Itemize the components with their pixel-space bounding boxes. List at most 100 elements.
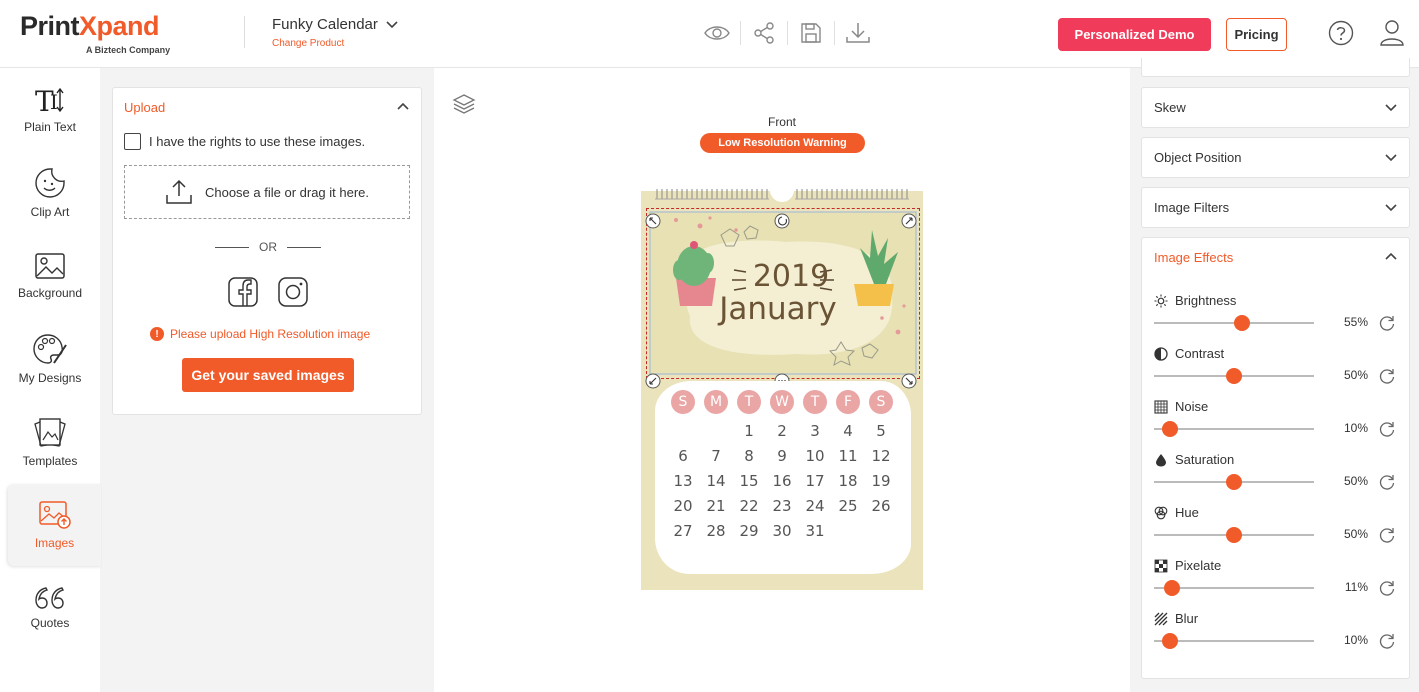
calendar-day: 19 [871,472,891,490]
logo-print: Print [20,11,80,41]
section-image-filters[interactable]: Image Filters [1141,187,1410,228]
logo-wordmark: PrintXpand [20,10,160,42]
reset-icon[interactable] [1378,314,1396,332]
sidebar-item-label: Background [17,286,83,300]
instagram-icon[interactable] [277,276,309,313]
or-separator: OR [113,240,423,254]
header-divider [244,16,245,48]
effect-label-row: Brightness [1154,293,1236,308]
saturation-icon [1156,453,1166,466]
templates-icon [34,418,66,447]
calendar-day: 23 [772,497,792,515]
effect-value: 55% [1343,315,1368,329]
calendar-day: 2 [777,422,787,440]
noise-slider-track[interactable] [1154,428,1314,430]
effect-name: Blur [1175,611,1199,626]
personalized-demo-button[interactable]: Personalized Demo [1058,18,1211,51]
effect-name: Pixelate [1175,558,1222,573]
saturation-slider-thumb[interactable] [1226,474,1242,490]
effect-brightness: Brightness 55% [1154,293,1402,343]
download-icon[interactable] [843,18,873,48]
reset-icon[interactable] [1378,420,1396,438]
sidebar-item-clip-art[interactable]: Clip Art [0,153,100,233]
sidebar-item-templates[interactable]: Templates [0,402,100,482]
chevron-up-icon[interactable] [1385,252,1397,260]
calendar-day: 1 [744,422,754,440]
calendar-day: 7 [711,447,721,465]
rights-checkbox-row[interactable]: I have the rights to use these images. [124,133,365,150]
calendar-day: 31 [805,522,825,540]
user-account-icon[interactable] [1379,19,1405,52]
quotes-icon [35,587,65,609]
effect-label-row: Hue [1154,505,1199,520]
or-line [215,246,249,248]
selection-handles[interactable] [641,201,923,391]
reset-icon[interactable] [1378,473,1396,491]
effect-noise: Noise 10% [1154,399,1402,449]
pixelate-slider-thumb[interactable] [1163,580,1180,596]
section-label: Image Filters [1154,200,1230,215]
sidebar-item-quotes[interactable]: Quotes [0,568,100,648]
calendar-day: 8 [744,447,754,465]
reset-icon[interactable] [1378,367,1396,385]
effect-pixelate: Pixelate 11% [1154,558,1402,608]
effect-label-row: Contrast [1154,346,1224,361]
clipart-icon [35,168,65,198]
reset-icon[interactable] [1378,632,1396,650]
or-label: OR [259,240,277,254]
chevron-up-icon[interactable] [397,102,409,110]
file-dropzone[interactable]: Choose a file or drag it here. [124,165,410,219]
change-product-link[interactable]: Change Product [272,38,398,49]
section-label: Skew [1154,100,1186,115]
effect-blur: Blur 10% [1154,611,1402,661]
rights-checkbox[interactable] [124,133,141,150]
product-selector[interactable]: Funky Calendar Change Product [272,16,398,49]
section-object-position[interactable]: Object Position [1141,137,1410,178]
upload-title[interactable]: Upload [124,100,165,115]
get-saved-images-button[interactable]: Get your saved images [182,358,354,392]
sidebar-item-plain-text[interactable]: TI Plain Text [0,70,100,150]
background-icon [35,253,65,279]
effect-contrast: Contrast 50% [1154,346,1402,396]
product-name-row[interactable]: Funky Calendar [272,16,398,33]
facebook-icon[interactable] [227,276,259,313]
reset-icon[interactable] [1378,579,1396,597]
printxpand-logo[interactable]: PrintXpand A Biztech Company [20,10,170,55]
weekday-label: S [671,390,695,414]
section-label: Object Position [1154,150,1242,165]
save-icon[interactable] [796,18,826,48]
sidebar-item-images[interactable]: Images [8,484,101,566]
pricing-button[interactable]: Pricing [1226,18,1287,51]
resolution-warning-text: Please upload High Resolution image [170,327,371,341]
weekday-label: S [869,390,893,414]
calendar-grid[interactable]: S M T W T F S 1 2 3 4 5 6 7 8 9 10 11 12… [655,381,911,574]
design-canvas: Front Low Resolution Warning 2019 Januar… [434,68,1130,692]
section-skew[interactable]: Skew [1141,87,1410,128]
image-effects-title[interactable]: Image Effects [1154,250,1233,265]
noise-slider-thumb[interactable] [1162,421,1178,437]
contrast-slider-thumb[interactable] [1226,368,1242,384]
blur-slider-thumb[interactable] [1162,633,1178,649]
options-panel: Upload I have the rights to use these im… [102,68,434,692]
calendar-day: 14 [706,472,726,490]
calendar-product[interactable]: 2019 January S M T W T F S 1 2 3 4 5 6 7… [641,185,923,590]
sidebar-item-label: Clip Art [30,205,70,219]
hue-slider-thumb[interactable] [1226,527,1242,543]
blur-slider-track[interactable] [1154,640,1314,642]
calendar-day: 29 [739,522,759,540]
images-icon [38,501,71,529]
calendar-day: 17 [805,472,825,490]
sidebar-item-my-designs[interactable]: My Designs [0,319,100,399]
reset-icon[interactable] [1378,526,1396,544]
help-icon[interactable] [1328,20,1354,51]
dropzone-label: Choose a file or drag it here. [204,184,370,200]
share-icon[interactable] [749,18,779,48]
effect-name: Hue [1175,505,1199,520]
sidebar-item-background[interactable]: Background [0,236,100,316]
effect-value: 11% [1344,580,1368,594]
calendar-day: 28 [706,522,726,540]
side-label: Front [767,115,796,129]
chevron-down-icon [1385,203,1397,211]
brightness-slider-thumb[interactable] [1234,315,1250,331]
preview-eye-icon[interactable] [702,18,732,48]
